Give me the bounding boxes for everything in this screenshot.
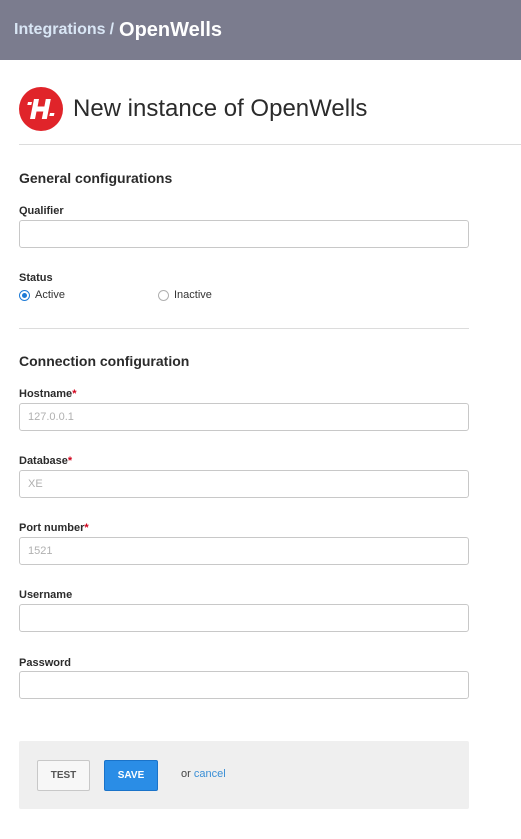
save-button[interactable]: SAVE	[104, 760, 158, 791]
title-divider	[19, 144, 521, 145]
halliburton-logo-icon	[19, 87, 63, 131]
page-title: New instance of OpenWells	[73, 95, 368, 122]
required-marker: *	[84, 522, 89, 534]
page-header: New instance of OpenWells	[19, 87, 367, 131]
status-active-label: Active	[35, 289, 65, 301]
hostname-label-text: Hostname	[19, 388, 73, 400]
top-bar: Integrations / OpenWells	[0, 0, 521, 60]
status-active-radio[interactable]: Active	[19, 289, 65, 301]
username-label: Username	[19, 589, 73, 601]
form-actions-bar: TEST SAVE or cancel	[19, 741, 469, 809]
database-label: Database*	[19, 455, 72, 467]
qualifier-input[interactable]	[19, 220, 469, 248]
radio-checked-icon	[19, 289, 30, 301]
breadcrumb-current: OpenWells	[119, 18, 223, 41]
database-label-text: Database	[19, 455, 68, 467]
status-inactive-radio[interactable]: Inactive	[158, 289, 212, 301]
test-button[interactable]: TEST	[37, 760, 90, 791]
password-label: Password	[19, 657, 71, 669]
section-divider	[19, 328, 469, 329]
hostname-input[interactable]	[19, 403, 469, 431]
or-cancel-text: or cancel	[181, 768, 226, 780]
port-number-input[interactable]	[19, 537, 469, 565]
username-input[interactable]	[19, 604, 469, 632]
connection-section-title: Connection configuration	[19, 353, 190, 369]
breadcrumb-integrations-link[interactable]: Integrations	[14, 21, 106, 39]
hostname-label: Hostname*	[19, 388, 76, 400]
cancel-link[interactable]: cancel	[194, 768, 226, 780]
required-marker: *	[67, 455, 73, 467]
port-number-label-text: Port number	[19, 522, 85, 534]
breadcrumb-separator: /	[109, 21, 115, 38]
database-input[interactable]	[19, 470, 469, 498]
status-label: Status	[19, 272, 53, 284]
port-number-label: Port number*	[19, 522, 89, 534]
general-section-title: General configurations	[19, 170, 173, 186]
status-inactive-label: Inactive	[174, 289, 212, 301]
password-input[interactable]	[19, 671, 469, 699]
qualifier-label: Qualifier	[19, 205, 64, 217]
or-label: or	[181, 768, 191, 780]
required-marker: *	[72, 388, 77, 400]
radio-unchecked-icon	[158, 289, 169, 301]
